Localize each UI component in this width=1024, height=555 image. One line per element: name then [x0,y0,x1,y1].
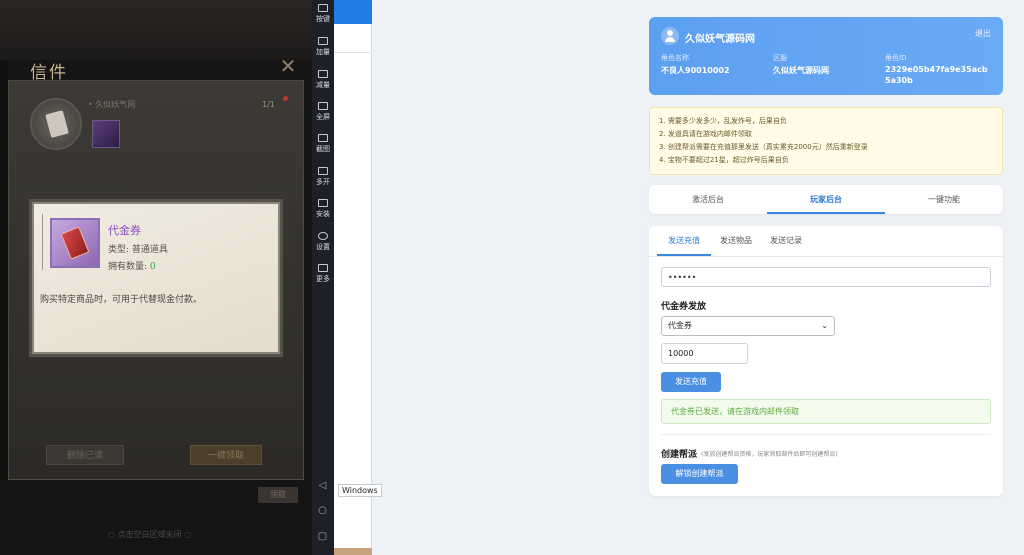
voucher-heading: 代金券发放 [661,302,707,312]
mail-count-badge: 1/1 [262,100,275,109]
tooltip-item-type: 类型: 普通道具 [108,245,168,255]
role-id-value: 2329e05b47fa9e35acb5a30b [885,65,988,85]
logout-link[interactable]: 退出 [975,28,991,39]
taskbar-tooltip: Windows [338,484,382,497]
background-window [334,0,372,555]
notice-line: 4. 宝物不要超过21星，超过炸号后果自负 [659,156,789,164]
toolbar-install[interactable]: 安装 [312,199,334,219]
install-icon [318,199,328,207]
footer-hint: ○ 点击空白区域关闭 ○ [108,530,192,539]
letter-title: 信件 [30,63,68,83]
guild-note: (发放创建帮派资格，玩家领取邮件后即可创建帮派) [701,451,838,458]
tooltip-item-qty: 拥有数量: 0 [108,259,156,272]
back-icon[interactable]: ◁ [317,480,328,491]
close-icon[interactable]: ✕ [278,56,298,76]
notice-box: 1. 需要多少发多少，乱发炸号，后果自负 2. 发道具请在游戏内邮件领取 3. … [649,107,1003,175]
profile-card: 久似妖气源码网 退出 角色名称 不良人90010002 区服 久似妖气源码网 角… [649,17,1003,95]
server-label: 区服 [773,54,787,62]
mail-attachment-icon[interactable] [92,120,120,148]
role-name-label: 角色名称 [661,54,689,62]
toolbar-label: 多开 [316,178,330,186]
success-alert: 代金券已发送，请在游戏内邮件领取 [661,399,991,424]
more-icon [318,264,328,272]
ticket-icon [60,226,90,260]
unlock-guild-button[interactable]: 解锁创建帮派 [661,464,738,484]
toolbar-label: 全屏 [316,113,330,121]
item-select-value: 代金券 [668,321,692,330]
item-tooltip: 代金券 类型: 普通道具 拥有数量: 0 购买特定商品时，可用于代替现金付款。 [32,202,280,354]
toolbar-multi-open[interactable]: 多开 [312,167,334,187]
toolbar-keys[interactable]: 按键 [312,4,334,24]
tab-activation-admin[interactable]: 激活后台 [649,185,767,214]
volume-up-icon [318,37,328,45]
tab-one-click[interactable]: 一键功能 [885,185,1003,214]
notice-line: 2. 发道具请在游戏内邮件领取 [659,130,752,138]
toolbar-settings[interactable]: 设置 [312,232,334,252]
password-field[interactable] [661,267,991,287]
keyboard-icon [318,4,328,12]
toolbar-label: 加量 [316,48,330,56]
main-tabs: 激活后台 玩家后台 一键功能 [649,185,1003,214]
home-icon[interactable]: ○ [317,505,328,516]
toolbar-label: 更多 [316,275,330,283]
mail-sender: • 久似妖气网 [88,100,136,109]
window-bottom-edge [334,548,372,555]
subtab-send-recharge[interactable]: 发送充值 [657,226,711,256]
window-titlebar [334,0,372,24]
chevron-down-icon: ⌄ [821,321,828,330]
qty-label: 拥有数量: [108,262,150,272]
toolbar-label: 按键 [316,15,330,23]
quantity-field[interactable] [661,343,748,364]
section-divider [661,434,991,435]
toolbar-label: 减量 [316,81,330,89]
tab-player-admin[interactable]: 玩家后台 [767,185,885,214]
site-name: 久似妖气源码网 [685,34,755,45]
subtab-send-items[interactable]: 发送物品 [715,226,757,256]
notice-line: 1. 需要多少发多少，乱发炸号，后果自负 [659,117,787,125]
role-id-label: 角色ID [885,54,907,62]
item-select[interactable]: 代金券 ⌄ [661,316,835,336]
notice-line: 3. 创建帮派需要在充值那里发送（真实累充2000元）然后重新登录 [659,143,868,151]
send-recharge-button[interactable]: 发送充值 [661,372,721,392]
tooltip-frame-line [42,214,43,270]
role-name-value: 不良人90010002 [661,66,730,75]
server-value: 久似妖气源码网 [773,66,829,75]
toolbar-fullscreen[interactable]: 全屏 [312,102,334,122]
subtab-send-history[interactable]: 发送记录 [765,226,807,256]
toolbar-more[interactable]: 更多 [312,264,334,284]
toolbar-label: 设置 [316,243,330,251]
unread-dot-icon [283,96,288,101]
fullscreen-icon [318,102,328,110]
multi-window-icon [318,167,328,175]
player-admin-card: 发送充值 发送物品 发送记录 代金券发放 代金券 ⌄ 发送充值 代金券已发送，请… [649,226,1003,496]
subtab-divider [649,256,1003,257]
volume-down-icon [318,70,328,78]
footer-claim-button[interactable]: 领取 [258,487,298,503]
mail-avatar-icon [30,98,82,150]
qty-value: 0 [149,262,156,272]
tooltip-item-name: 代金券 [108,224,141,237]
voucher-item-icon [50,218,100,268]
gear-icon [318,232,328,240]
guild-heading: 创建帮派 [661,450,698,460]
delete-read-button[interactable]: 删除已读 [46,445,124,465]
window-divider [334,52,372,53]
toolbar-screenshot[interactable]: 截图 [312,134,334,154]
user-icon [661,27,679,45]
toolbar-volume-up[interactable]: 加量 [312,37,334,57]
game-top-backdrop [0,0,312,60]
scissors-icon [318,134,328,142]
toolbar-label: 截图 [316,145,330,153]
claim-all-button[interactable]: 一键领取 [190,445,262,465]
game-viewport[interactable]: 信件 ✕ • 久似妖气网 1/1 删除已读 一键领取 领取 ○ 点击空白区域关闭… [0,0,312,555]
toolbar-volume-down[interactable]: 减量 [312,70,334,90]
recent-apps-icon[interactable]: ▢ [317,531,328,542]
emulator-toolbar: 按键 加量 减量 全屏 截图 多开 安装 设置 更多 ◁ ○ ▢ [312,0,334,555]
tooltip-description: 购买特定商品时，可用于代替现金付款。 [40,295,203,305]
toolbar-label: 安装 [316,210,330,218]
